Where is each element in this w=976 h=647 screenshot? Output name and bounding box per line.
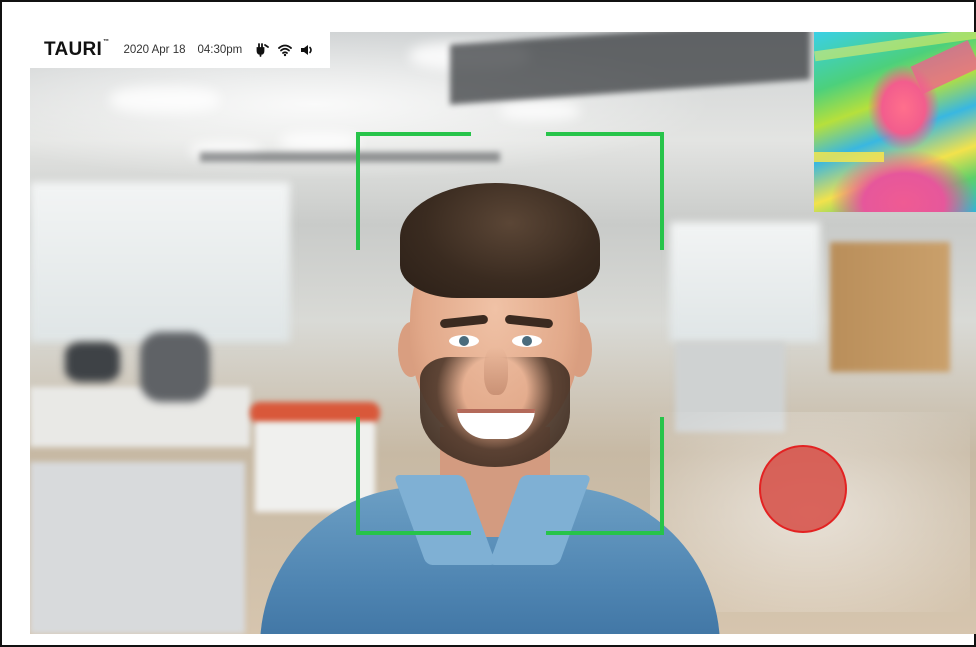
face-bracket-top-right bbox=[546, 132, 664, 250]
cabinet bbox=[30, 462, 245, 634]
ceiling-light bbox=[280, 132, 360, 150]
ceiling-light bbox=[500, 102, 580, 120]
eye-right bbox=[512, 335, 542, 347]
status-date: 2020 Apr 18 bbox=[123, 44, 186, 56]
thermal-camera-preview bbox=[814, 32, 976, 212]
wifi-icon bbox=[278, 44, 293, 57]
eye-left bbox=[449, 335, 479, 347]
door bbox=[830, 242, 950, 372]
ceiling-light bbox=[110, 87, 220, 113]
office-chair bbox=[140, 332, 210, 402]
face-bracket-bottom-right bbox=[546, 417, 664, 535]
status-time: 04:30pm bbox=[197, 44, 243, 56]
monitor bbox=[65, 342, 120, 382]
temperature-alert-indicator bbox=[759, 445, 847, 533]
thermal-band bbox=[910, 40, 976, 94]
window bbox=[30, 182, 290, 342]
plug-icon bbox=[256, 43, 270, 57]
face-bracket-bottom-left bbox=[356, 417, 471, 535]
desk bbox=[30, 387, 250, 447]
status-icons bbox=[256, 43, 314, 57]
speaker-icon bbox=[301, 45, 313, 55]
ceiling-beam bbox=[450, 32, 810, 105]
kiosk-frame: TAURI™ 2020 Apr 18 04:30pm bbox=[0, 0, 976, 647]
face-bracket-top-left bbox=[356, 132, 471, 250]
trademark-mark: ™ bbox=[103, 39, 110, 45]
nose bbox=[484, 347, 508, 395]
status-bar: TAURI™ 2020 Apr 18 04:30pm bbox=[30, 32, 330, 68]
camera-feed bbox=[30, 32, 976, 634]
brand-logo: TAURI™ bbox=[44, 39, 110, 60]
thermal-band bbox=[814, 152, 884, 162]
